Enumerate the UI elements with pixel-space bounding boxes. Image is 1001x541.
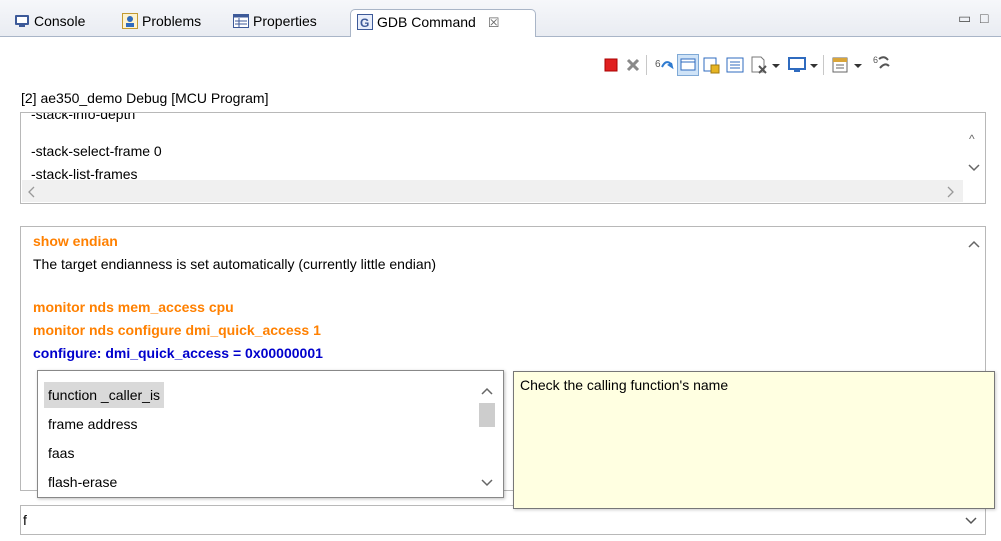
gdb-command-input-row [20, 505, 986, 535]
completion-item[interactable]: frame address [44, 411, 141, 437]
remove-all-icon[interactable] [623, 55, 643, 75]
output-text-line: The target endianness is set automatical… [33, 256, 437, 272]
history-item[interactable]: -stack-select-frame 0 [31, 143, 162, 159]
minimize-view-icon[interactable]: ▭ [958, 10, 971, 27]
chevron-up-icon[interactable] [481, 387, 493, 395]
svg-text:6: 6 [873, 55, 878, 65]
output-result-line: configure: dmi_quick_access = 0x00000001 [33, 345, 323, 361]
autocomplete-popup: function _caller_is frame address faas f… [37, 370, 504, 498]
clear-icon[interactable] [749, 55, 769, 75]
gdb-command-input[interactable] [23, 509, 943, 531]
terminate-icon[interactable] [601, 55, 621, 75]
dropdown-icon[interactable] [853, 55, 863, 75]
tab-gdb-command[interactable]: G GDB Command ☒ [350, 9, 537, 37]
output-command-line: monitor nds configure dmi_quick_access 1 [33, 322, 321, 338]
maximize-view-icon[interactable]: □ [980, 10, 988, 26]
connect-icon[interactable]: 6 [654, 55, 674, 75]
display-selected-icon[interactable] [787, 55, 807, 75]
completion-tooltip: Check the calling function's name [513, 371, 995, 509]
new-console-icon[interactable] [831, 55, 851, 75]
tab-problems-label: Problems [142, 13, 202, 29]
chevron-up-icon[interactable] [968, 240, 980, 248]
debug-session-label: [2] ae350_demo Debug [MCU Program] [21, 90, 269, 106]
properties-icon [233, 12, 249, 28]
output-command-line: show endian [33, 233, 118, 249]
close-tab-icon[interactable]: ☒ [488, 15, 500, 30]
pin-icon[interactable] [702, 55, 722, 75]
dropdown-icon[interactable] [809, 55, 819, 75]
tab-console-label: Console [34, 13, 86, 29]
chevron-up-icon[interactable]: ^ [969, 132, 975, 146]
history-horizontal-scrollbar[interactable] [22, 180, 963, 202]
tab-problems[interactable]: Problems [122, 9, 201, 35]
history-vertical-scrollbar[interactable]: ^ [964, 114, 984, 202]
gdb-command-icon: G [357, 13, 373, 30]
tab-console[interactable]: Console [14, 9, 85, 35]
completion-item[interactable]: function _caller_is [44, 382, 165, 408]
view-tab-bar: Console Problems Properties G GDB Comman… [0, 0, 1001, 37]
completion-item[interactable]: flash-erase [44, 469, 121, 495]
svg-text:6: 6 [655, 59, 661, 70]
toolbar-separator [646, 55, 649, 75]
chevron-down-icon[interactable] [968, 164, 980, 172]
open-console-icon[interactable]: 6 [872, 52, 892, 72]
console-icon [14, 12, 30, 28]
svg-text:G: G [360, 16, 369, 30]
chevron-right-icon[interactable] [947, 186, 955, 198]
completion-item[interactable]: faas [44, 440, 78, 466]
completion-scrollbar[interactable] [477, 377, 497, 495]
toolbar-separator [823, 55, 826, 75]
chevron-down-icon[interactable] [481, 479, 493, 487]
chevron-left-icon[interactable] [28, 186, 36, 198]
command-history-panel[interactable]: -stack-info-depth -stack-select-frame 0 … [20, 112, 986, 204]
tab-gdb-command-label: GDB Command [377, 14, 476, 30]
tooltip-text: Check the calling function's name [520, 377, 729, 393]
display-icon[interactable] [677, 54, 699, 76]
dropdown-icon[interactable] [771, 55, 781, 75]
chevron-down-icon[interactable] [965, 517, 977, 525]
tab-properties-label: Properties [253, 13, 317, 29]
scroll-thumb[interactable] [479, 403, 495, 427]
list-icon[interactable] [725, 55, 745, 75]
output-command-line: monitor nds mem_access cpu [33, 299, 234, 315]
history-item[interactable]: -stack-info-depth [31, 113, 135, 122]
tab-properties[interactable]: Properties [233, 9, 317, 35]
problems-icon [122, 12, 138, 29]
